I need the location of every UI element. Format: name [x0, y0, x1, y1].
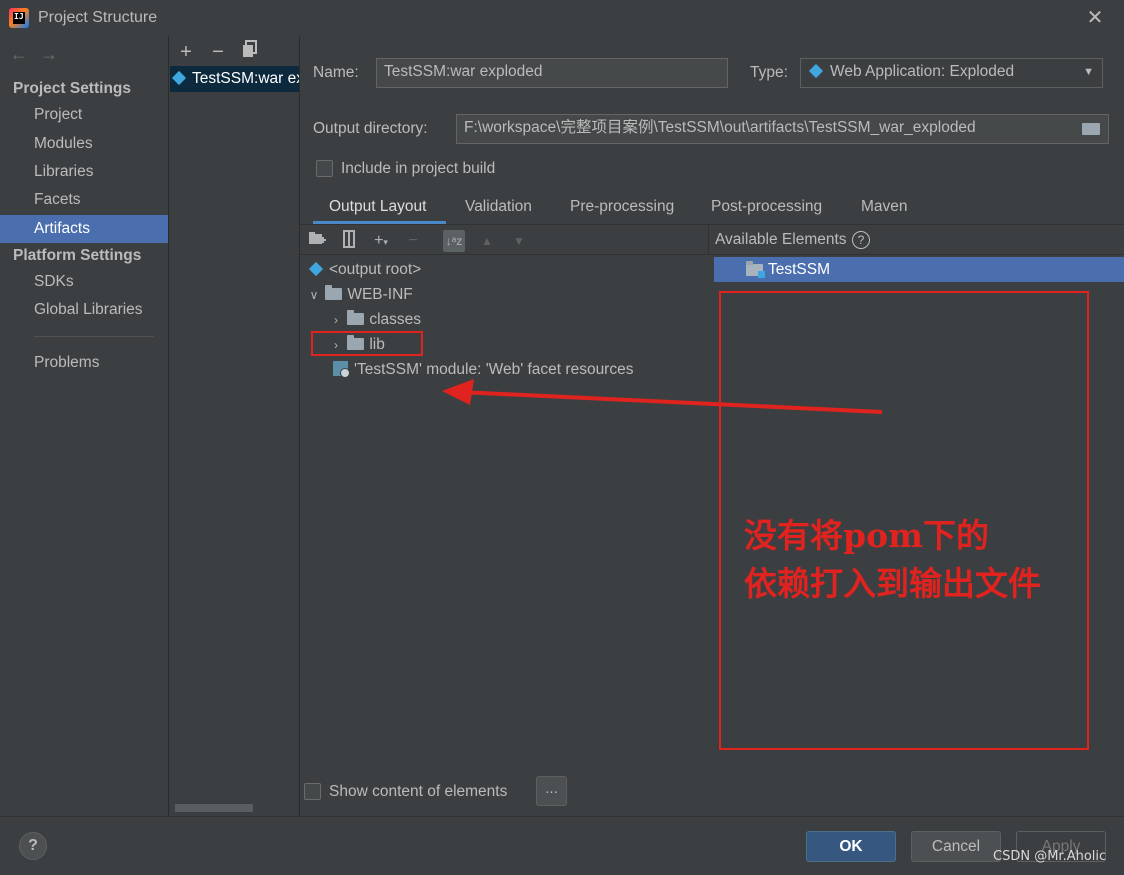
platform-settings-header: Platform Settings — [13, 247, 142, 264]
annotation-line-1: 没有将pom下的 — [744, 516, 990, 555]
tab-maven[interactable]: Maven — [861, 198, 908, 224]
close-icon[interactable]: ✕ — [1085, 8, 1105, 28]
available-element-item[interactable]: TestSSM — [714, 257, 1124, 282]
artifact-item-label: TestSSM:war exploded — [192, 70, 299, 87]
show-content-checkbox[interactable] — [304, 783, 321, 800]
nav-item-global-libraries[interactable]: Global Libraries — [0, 296, 168, 324]
intellij-logo-icon: IJ — [9, 8, 29, 28]
archive-icon[interactable] — [338, 230, 360, 252]
tree-row-web-inf[interactable]: ∨ WEB-INF — [300, 282, 413, 307]
tab-validation[interactable]: Validation — [465, 198, 532, 224]
copy-icon[interactable] — [238, 40, 262, 64]
chevron-down-icon: ▼ — [1083, 66, 1094, 78]
nav-item-project[interactable]: Project — [0, 101, 168, 129]
artifact-list-item[interactable]: TestSSM:war exploded — [170, 66, 299, 92]
lib-highlight-box — [311, 331, 423, 356]
cancel-button[interactable]: Cancel — [911, 831, 1001, 862]
web-artifact-icon — [171, 70, 187, 86]
folder-icon — [325, 284, 343, 300]
tab-pre-processing[interactable]: Pre-processing — [570, 198, 674, 224]
folder-open-icon[interactable] — [1082, 123, 1100, 135]
sort-alphabetically-icon[interactable]: ↓ᵃz — [443, 230, 465, 252]
output-directory-value: F:\workspace\完整项目案例\TestSSM\out\artifact… — [464, 119, 976, 136]
folder-icon — [347, 309, 365, 325]
type-select-value: Web Application: Exploded — [830, 63, 1015, 80]
remove-icon[interactable]: − — [402, 230, 424, 252]
more-options-button[interactable]: ... — [536, 776, 567, 806]
available-element-label: TestSSM — [768, 261, 831, 278]
web-facet-icon — [333, 361, 350, 379]
move-down-icon[interactable]: ▼ — [508, 230, 530, 252]
output-directory-input[interactable]: F:\workspace\完整项目案例\TestSSM\out\artifact… — [456, 114, 1109, 144]
help-button[interactable]: ? — [19, 832, 47, 860]
module-folder-icon — [746, 261, 765, 278]
tree-row-output-root[interactable]: <output root> — [300, 257, 421, 282]
move-up-icon[interactable]: ▲ — [476, 230, 498, 252]
include-in-build-label: Include in project build — [341, 160, 496, 177]
include-in-build-checkbox[interactable] — [316, 160, 333, 177]
project-settings-header: Project Settings — [13, 80, 131, 97]
type-select[interactable]: Web Application: Exploded ▼ — [800, 58, 1103, 88]
available-elements-label: Available Elements — [715, 231, 847, 248]
arrow-left-icon[interactable]: ← — [10, 44, 28, 65]
chevron-down-icon[interactable]: ∨ — [307, 283, 321, 308]
add-artifact-button[interactable]: + — [174, 40, 198, 64]
nav-divider — [34, 336, 154, 337]
chevron-right-icon[interactable]: › — [329, 308, 343, 333]
horizontal-scrollbar[interactable] — [175, 804, 253, 812]
tree-row-classes[interactable]: › classes — [300, 307, 421, 332]
output-root-icon — [308, 261, 324, 276]
artifact-list-panel: + − TestSSM:war exploded — [170, 36, 300, 816]
remove-artifact-button[interactable]: − — [206, 40, 230, 64]
tree-row-label: classes — [369, 311, 421, 328]
nav-item-sdks[interactable]: SDKs — [0, 268, 168, 296]
tree-row-label: WEB-INF — [347, 286, 413, 303]
ok-button[interactable]: OK — [806, 831, 896, 862]
name-input[interactable]: TestSSM:war exploded — [376, 58, 728, 88]
nav-item-artifacts[interactable]: Artifacts — [0, 215, 168, 243]
web-artifact-icon — [808, 63, 824, 79]
tree-row-label: <output root> — [329, 261, 422, 278]
annotation-line-2: 依赖打入到输出文件 — [744, 564, 1041, 603]
type-label: Type: — [750, 64, 788, 81]
name-label: Name: — [313, 64, 359, 81]
settings-nav: ← → Project Settings Project Modules Lib… — [0, 36, 169, 816]
annotation-note: 没有将pom下的 依赖打入到输出文件 — [744, 512, 1041, 608]
tab-post-processing[interactable]: Post-processing — [711, 198, 822, 224]
nav-item-problems[interactable]: Problems — [0, 349, 168, 377]
title-bar — [0, 0, 1124, 36]
add-copy-of-icon[interactable]: +▾ — [370, 230, 392, 252]
nav-item-modules[interactable]: Modules — [0, 130, 168, 158]
show-content-label: Show content of elements — [329, 783, 508, 800]
help-icon[interactable]: ? — [852, 231, 870, 249]
available-elements-header: Available Elements ? — [708, 225, 1124, 255]
watermark: CSDN @Mr.Aholic — [993, 849, 1107, 864]
new-directory-icon[interactable] — [306, 230, 328, 252]
layout-toolbar: +▾ − ↓ᵃz ▲ ▼ — [300, 225, 708, 255]
nav-item-facets[interactable]: Facets — [0, 186, 168, 214]
arrow-right-icon[interactable]: → — [40, 44, 58, 65]
window-title: Project Structure — [38, 9, 158, 26]
output-directory-label: Output directory: — [313, 120, 428, 137]
annotation-arrow — [442, 379, 883, 414]
nav-item-libraries[interactable]: Libraries — [0, 158, 168, 186]
